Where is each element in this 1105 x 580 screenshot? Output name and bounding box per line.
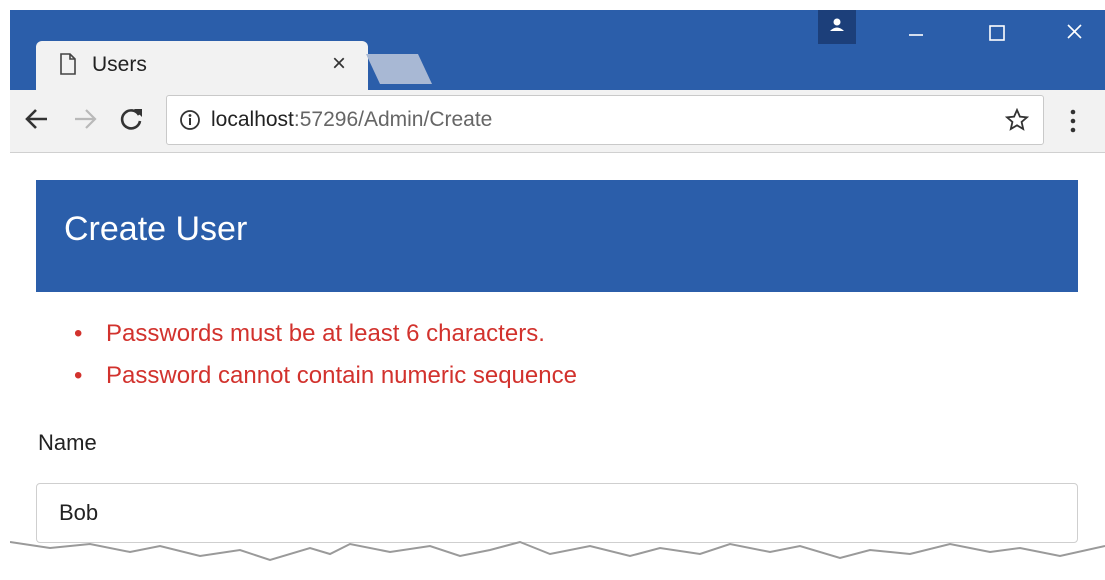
star-icon[interactable] <box>1005 108 1029 132</box>
menu-icon[interactable] <box>1068 108 1078 134</box>
browser-toolbar: localhost:57296/Admin/Create <box>10 90 1105 153</box>
validation-error: Password cannot contain numeric sequence <box>70 355 577 397</box>
page-header: Create User <box>36 180 1078 292</box>
validation-error: Passwords must be at least 6 characters. <box>70 313 577 355</box>
browser-window: Users × localhost:57296/Admin/Create Cre… <box>10 10 1105 580</box>
tab-title: Users <box>92 53 147 76</box>
tab-close-icon[interactable]: × <box>332 52 346 76</box>
new-tab-button[interactable] <box>366 54 432 84</box>
title-bar: Users × <box>10 10 1105 91</box>
page-content: Create User Passwords must be at least 6… <box>10 153 1105 580</box>
name-label: Name <box>38 430 97 455</box>
address-bar[interactable]: localhost:57296/Admin/Create <box>166 95 1044 145</box>
minimize-button[interactable] <box>892 10 940 48</box>
torn-paper-edge <box>10 540 1105 580</box>
tab-users[interactable]: Users × <box>36 41 368 91</box>
page-title: Create User <box>64 210 248 248</box>
url-path: :57296/Admin/Create <box>293 108 493 131</box>
minimize-icon <box>909 34 923 36</box>
maximize-button[interactable] <box>972 10 1020 48</box>
profile-icon <box>830 18 844 31</box>
maximize-icon <box>989 25 1005 41</box>
url-host: localhost <box>211 108 294 131</box>
close-button[interactable] <box>1050 10 1098 48</box>
back-icon[interactable] <box>24 106 50 132</box>
reload-icon[interactable] <box>118 106 144 132</box>
validation-summary: Passwords must be at least 6 characters.… <box>70 313 577 397</box>
profile-button[interactable] <box>818 10 856 44</box>
url-text[interactable]: localhost:57296/Admin/Create <box>211 108 492 132</box>
forward-icon[interactable] <box>72 106 98 132</box>
close-icon <box>1067 24 1082 39</box>
info-icon[interactable] <box>179 109 201 131</box>
page-icon <box>60 53 76 75</box>
